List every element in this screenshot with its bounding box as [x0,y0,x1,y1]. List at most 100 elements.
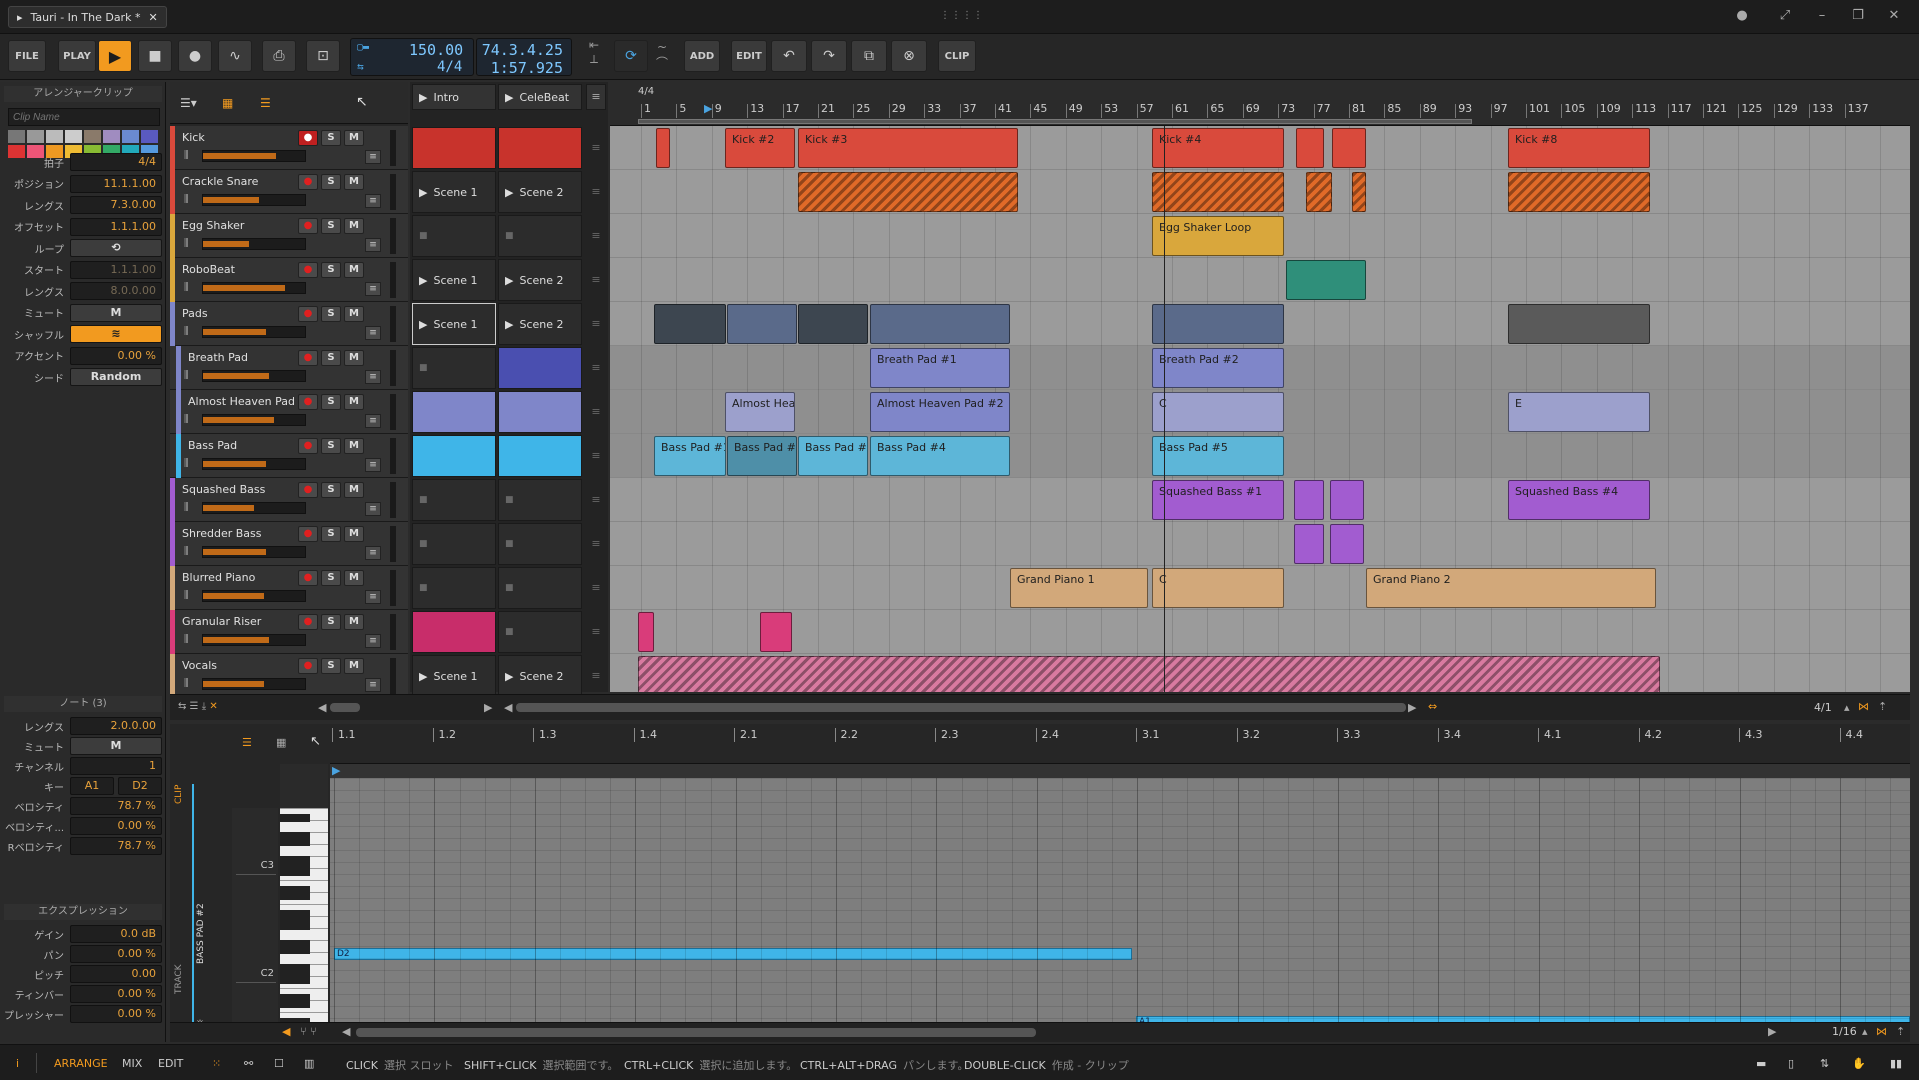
solo-button[interactable]: S [321,350,341,366]
metronome-button[interactable]: ⎙ [262,40,296,72]
inspector-row-value[interactable]: 0.00 % [70,346,162,365]
record-button[interactable]: ● [178,40,212,72]
scene-row-menu-icon[interactable]: ≡ [586,530,606,558]
editor-scroll-thumb[interactable] [356,1028,1036,1037]
slot-stop-icon[interactable]: ■ [419,539,428,549]
arranger-clip[interactable] [1294,480,1324,520]
black-key[interactable] [280,868,310,876]
track-options-icon[interactable]: ☰▾ [180,96,197,110]
arranger-clip[interactable] [1332,128,1366,168]
arranger-clip[interactable]: Almost Heav [725,392,795,432]
mute-button[interactable]: M [344,658,364,674]
record-arm-button[interactable]: ● [298,482,318,498]
track-menu-icon[interactable]: ≡ [365,326,381,340]
track-name[interactable]: Breath Pad [188,351,248,364]
solo-button[interactable]: S [321,658,341,674]
edit-button[interactable]: EDIT [731,40,767,72]
scene-row-menu-icon[interactable]: ≡ [586,662,606,690]
inspector-row-value[interactable]: 0.00 % [70,985,162,1003]
track-row[interactable]: Breath Pad ● S M ⫼ ≡ [170,346,408,390]
slot-stop-icon[interactable]: ■ [419,231,428,241]
track-name[interactable]: Shredder Bass [182,527,262,540]
editor-grid-value[interactable]: 1/16 [1832,1025,1857,1038]
clip-slot[interactable]: ■ [498,567,582,609]
volume-fader[interactable] [202,194,306,206]
groove-icon[interactable]: ~ ⌒ [652,40,672,72]
arranger-clip[interactable]: Bass Pad #3 [798,436,868,476]
document-tab[interactable]: ▸ Tauri - In The Dark * ✕ [8,6,167,28]
inspector-row-value[interactable]: 1.1.1.00 [70,217,162,236]
black-key[interactable] [280,946,310,954]
slot-play-icon[interactable]: ▶ [505,186,513,199]
editor-list-icon[interactable]: ☰ [242,736,252,749]
arranger-clip[interactable] [1306,172,1332,212]
editor-pointer-icon[interactable]: ↖ [310,734,321,749]
scene-row-menu-icon[interactable]: ≡ [586,618,606,646]
slot-play-icon[interactable]: ▶ [505,670,513,683]
track-name[interactable]: RoboBeat [182,263,235,276]
slot-play-icon[interactable]: ▶ [419,274,427,287]
inspector-row-value[interactable]: 8.0.0.00 [70,282,162,300]
solo-button[interactable]: S [321,394,341,410]
tap-tempo-icon[interactable]: ▢▬ [357,42,369,53]
track-menu-icon[interactable]: ≡ [365,414,381,428]
scene-row-menu-icon[interactable]: ≡ [586,398,606,426]
scene-row-menu-icon[interactable]: ≡ [586,574,606,602]
clip-name-input[interactable] [8,108,160,126]
clip-slot[interactable]: ■ [498,611,582,653]
record-arm-button[interactable]: ● [298,394,318,410]
tempo-value[interactable]: 150.00 [409,41,463,59]
mute-button[interactable]: M [344,130,364,146]
record-arm-button[interactable]: ● [298,614,318,630]
inspector-row-value[interactable]: 78.7 % [70,797,162,815]
track-menu-icon[interactable]: ≡ [365,282,381,296]
track-name[interactable]: Bass Pad [188,439,237,452]
inspector-row-value[interactable]: 7.3.0.00 [70,196,162,214]
solo-button[interactable]: S [321,570,341,586]
arranger-clip[interactable]: Kick #3 [798,128,1018,168]
volume-fader[interactable] [202,502,306,514]
volume-fader[interactable] [202,678,306,690]
play-button[interactable]: ▶ [98,40,132,72]
editor-snap-icon[interactable]: ⋈ [1876,1025,1887,1038]
mute-button[interactable]: M [344,526,364,542]
arranger-clip[interactable] [727,304,797,344]
arranger-clip[interactable] [1508,304,1650,344]
zoom-fit-icon[interactable]: ⇔ [1428,700,1437,713]
black-key[interactable] [280,922,310,930]
clip-slot[interactable]: ▶ Scene 1 [412,259,496,301]
track-name[interactable]: Vocals [182,659,217,672]
editor-loop-lane[interactable]: ▶ [330,764,1910,778]
arranger-clip[interactable] [798,304,868,344]
clip-slot[interactable]: ▶ Scene 2 [498,303,582,345]
inspector-row-value[interactable]: ⟲ [70,239,162,257]
slot-stop-icon[interactable]: ■ [505,583,514,593]
track-row[interactable]: Blurred Piano ● S M ⫼ ≡ [170,566,408,610]
record-arm-button[interactable]: ● [298,262,318,278]
mute-button[interactable]: M [344,482,364,498]
volume-fader[interactable] [202,634,306,646]
inspector-row-value[interactable]: Random [70,368,162,386]
editor-playhead-icon[interactable]: ▶ [332,764,340,777]
track-menu-icon[interactable]: ≡ [365,238,381,252]
track-name[interactable]: Blurred Piano [182,571,255,584]
record-arm-button[interactable]: ● [298,218,318,234]
track-row[interactable]: Almost Heaven Pad ● S M ⫼ ≡ [170,390,408,434]
track-row[interactable]: Pads ● S M ⫼ ≡ [170,302,408,346]
arranger-clip[interactable] [1152,304,1284,344]
black-key[interactable] [280,892,310,900]
volume-fader[interactable] [202,546,306,558]
close-window-icon[interactable]: ✕ [1884,8,1904,26]
close-tab-icon[interactable]: ✕ [148,11,157,24]
mixer-panel-icon[interactable]: ⇅ [1820,1057,1829,1070]
arranger-clip[interactable]: Kick #2 [725,128,795,168]
solo-button[interactable]: S [321,482,341,498]
arranger-clip[interactable]: Kick #4 [1152,128,1284,168]
slot-stop-icon[interactable]: ■ [505,539,514,549]
track-row[interactable]: Vocals ● S M ⫼ ≡ [170,654,408,698]
clip-button[interactable]: CLIP [938,40,976,72]
clip-slot[interactable]: ■ [412,215,496,257]
clip-slot[interactable]: ▶ Scene 2 [498,655,582,697]
editor-scroll-right-icon[interactable]: ▶ [1768,1025,1776,1038]
clip-slot[interactable]: ■ [412,479,496,521]
